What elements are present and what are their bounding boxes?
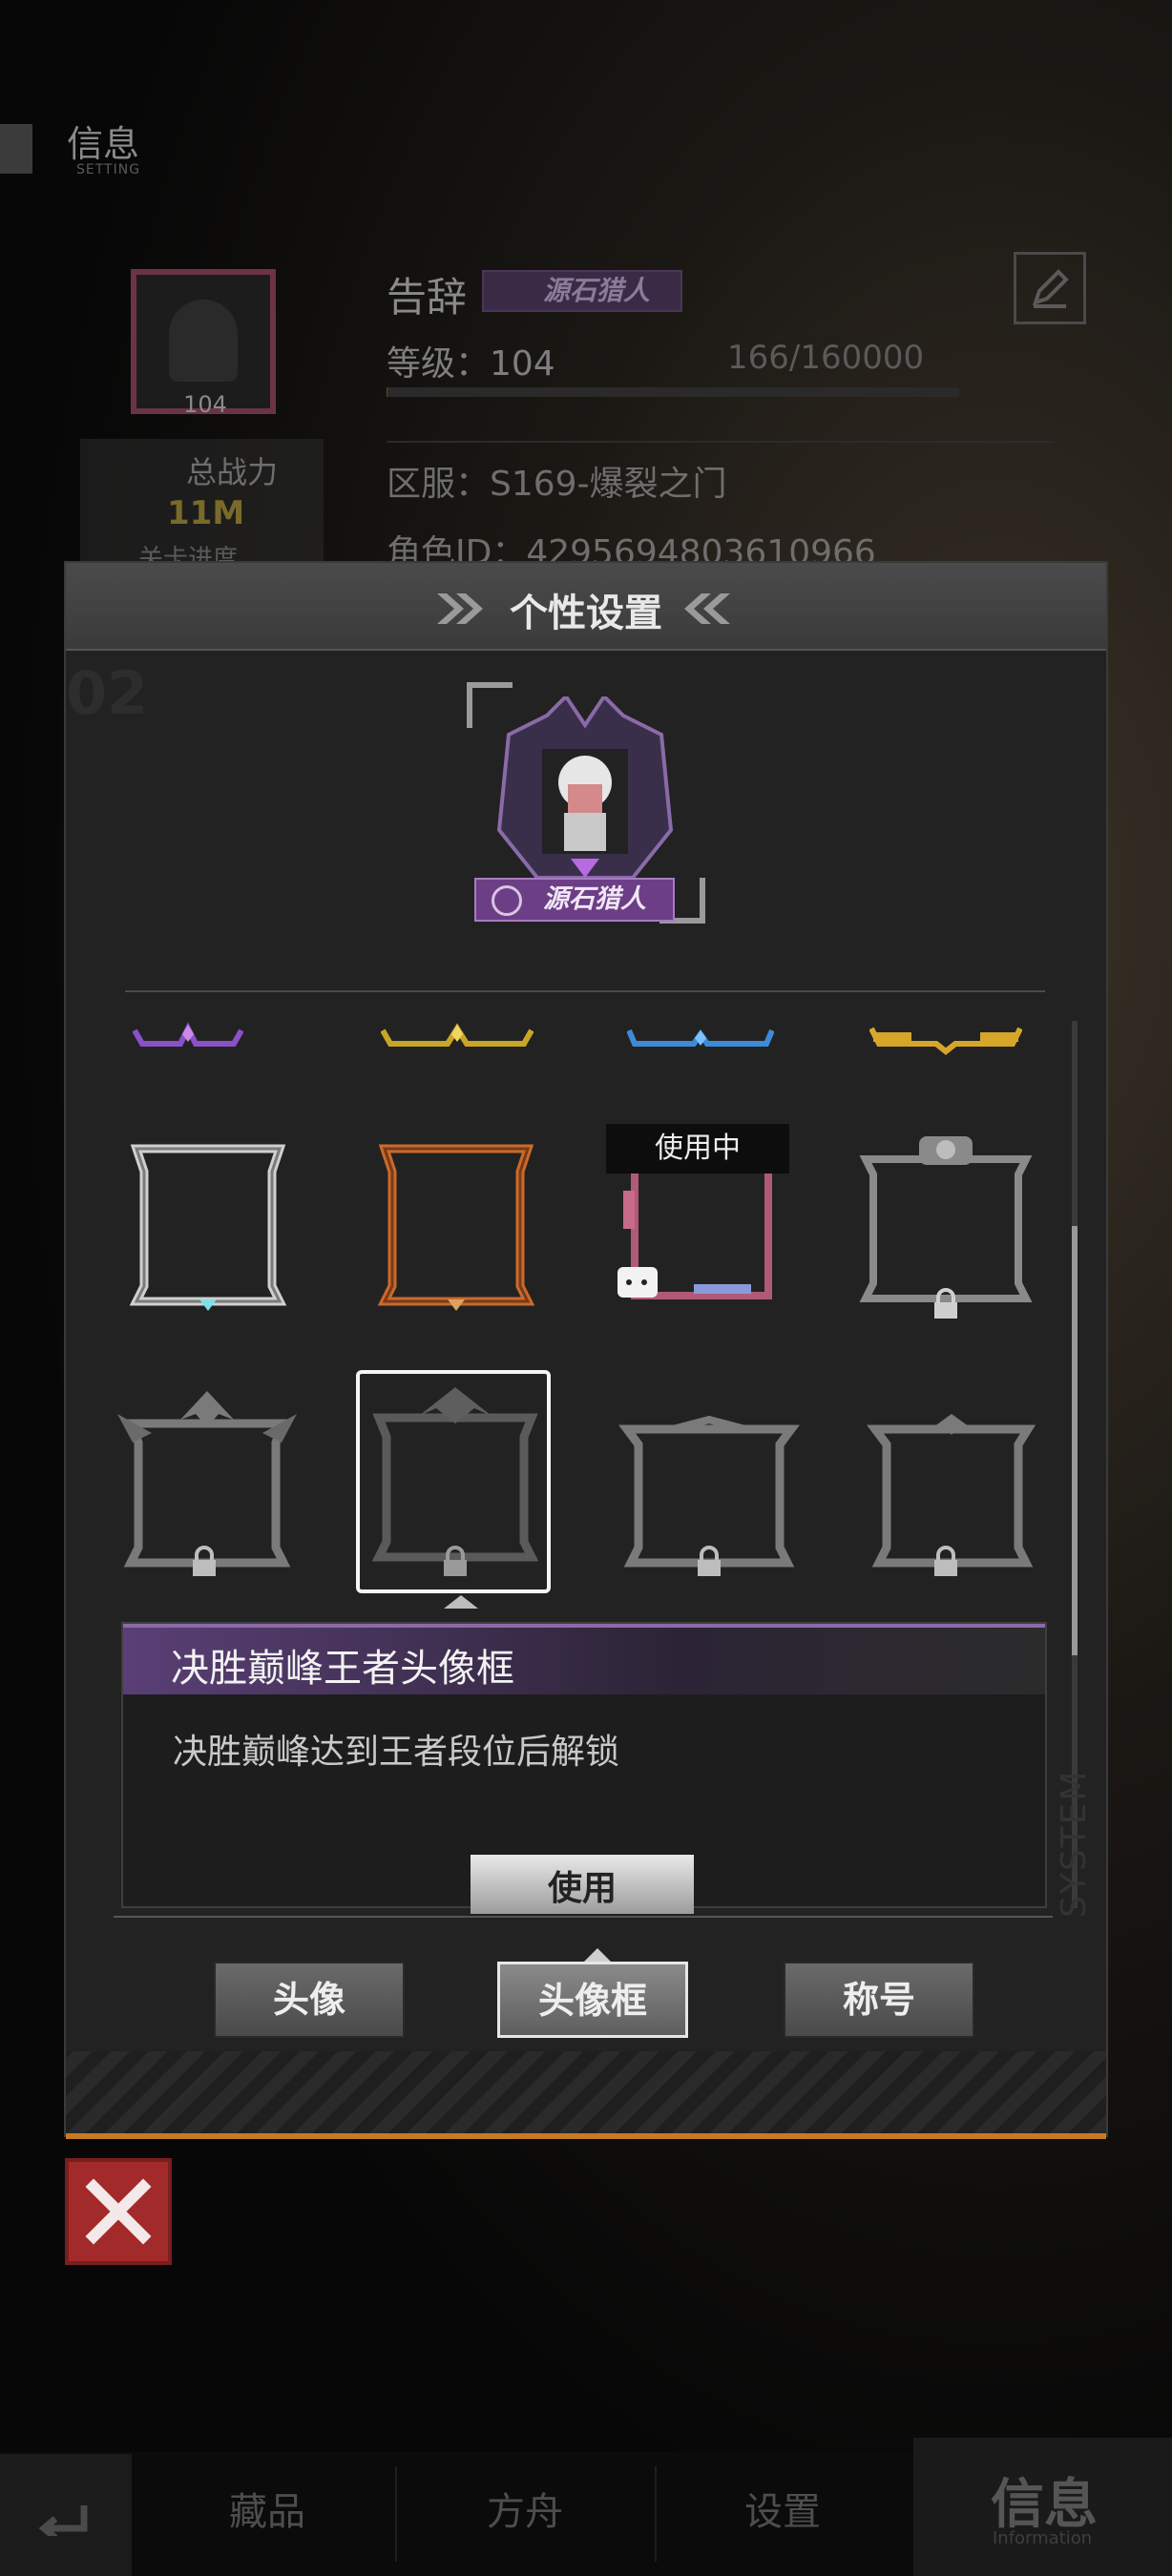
- chevron-left-icon: [684, 593, 730, 624]
- avatar-level: 104: [183, 391, 227, 418]
- avatar-image: [169, 300, 238, 382]
- badge-emblem-icon: [492, 885, 522, 916]
- selected-frame-description: 决胜巅峰达到王者段位后解锁: [173, 1733, 620, 1772]
- grid-divider: [125, 990, 1045, 992]
- lock-icon: [934, 1546, 957, 1576]
- nav-info-label: 信息: [991, 2474, 1098, 2536]
- title-marker: [0, 124, 32, 174]
- detail-title-bar: 决胜巅峰王者头像框: [123, 1624, 1045, 1694]
- title-badge: 源石猎人: [482, 270, 682, 312]
- modal-footer: [66, 2051, 1106, 2139]
- in-use-tag: 使用中: [606, 1124, 789, 1174]
- nav-divider: [655, 2466, 657, 2562]
- lock-icon: [934, 1288, 957, 1319]
- preview-title-badge: 源石猎人: [474, 878, 675, 922]
- info-divider: [387, 441, 1055, 443]
- side-number: 02: [66, 658, 149, 728]
- purple-tiara-frame[interactable]: [133, 1021, 243, 1055]
- exp-bar: [387, 387, 959, 397]
- tab-avatar-frame[interactable]: 头像框: [497, 1962, 688, 2038]
- silver-frame[interactable]: [129, 1143, 287, 1315]
- pink-pixel-frame[interactable]: [617, 1153, 778, 1315]
- modal-header: 个性设置: [66, 563, 1106, 651]
- back-arrow-icon: [38, 2505, 88, 2536]
- gold-wing-tiara-frame[interactable]: [869, 1021, 1022, 1055]
- cat-emblem-icon: [617, 1267, 658, 1298]
- page-subtitle: SETTING: [76, 162, 141, 177]
- pencil-icon: [1032, 269, 1069, 308]
- power-label: 总战力: [186, 454, 279, 490]
- nav-collection[interactable]: 藏品: [229, 2481, 305, 2536]
- nav-info-sublabel: Information: [993, 2528, 1093, 2548]
- active-tab-caret: [584, 1948, 611, 1962]
- page-title: 信息: [67, 123, 140, 165]
- preview-badge-label: 源石猎人: [543, 884, 646, 914]
- lock-icon: [444, 1546, 467, 1576]
- player-level: 等级：104: [387, 344, 555, 384]
- preview-avatar-frame: [496, 696, 674, 880]
- nav-divider: [395, 2466, 397, 2562]
- player-name: 告辞: [387, 274, 468, 321]
- nav-ark[interactable]: 方舟: [487, 2481, 563, 2536]
- modal-title: 个性设置: [510, 591, 662, 635]
- power-value: 11M: [167, 494, 245, 532]
- bronze-frame[interactable]: [377, 1143, 535, 1315]
- detail-divider: [114, 1916, 1053, 1918]
- use-button[interactable]: 使用: [471, 1855, 694, 1914]
- scrollbar-thumb[interactable]: [1072, 1226, 1078, 1655]
- personalization-modal: 个性设置 02 源石猎人 使用中 决胜巅峰王者头像框 决胜巅峰达到王者段位后解锁…: [64, 561, 1108, 2139]
- lock-icon: [698, 1546, 721, 1576]
- selected-caret: [444, 1595, 478, 1609]
- selected-frame-name: 决胜巅峰王者头像框: [171, 1647, 514, 1691]
- close-button[interactable]: [65, 2158, 172, 2265]
- exp-text: 166/160000: [727, 339, 925, 377]
- tab-title[interactable]: 称号: [784, 1962, 974, 2038]
- nav-settings[interactable]: 设置: [744, 2481, 821, 2536]
- king-frame[interactable]: [362, 1380, 549, 1570]
- gold-tiara-frame[interactable]: [381, 1021, 534, 1055]
- system-label: SYSTEM: [1055, 1769, 1094, 1919]
- close-icon: [85, 2178, 152, 2245]
- tab-avatar[interactable]: 头像: [214, 1962, 405, 2038]
- edit-profile-button[interactable]: [1014, 252, 1086, 324]
- server-info: 区服：S169-爆裂之门: [387, 465, 727, 504]
- blue-tiara-frame[interactable]: [627, 1021, 774, 1055]
- lock-icon: [193, 1546, 216, 1576]
